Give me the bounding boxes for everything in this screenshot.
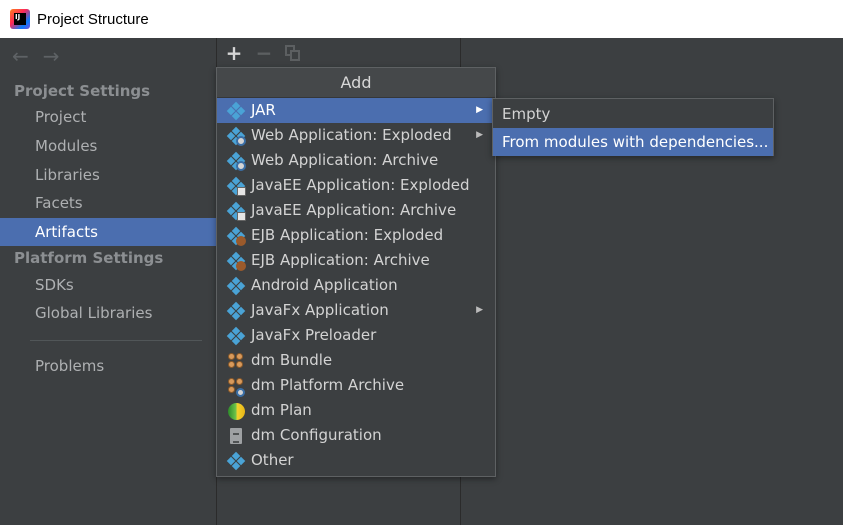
dm-bundle-icon [227, 352, 245, 370]
submenu-arrow-icon: ▶ [476, 130, 483, 140]
sidebar-item-facets[interactable]: Facets [0, 189, 216, 217]
menu-item-label: Other [251, 451, 294, 469]
sidebar-item-sdks[interactable]: SDKs [0, 271, 216, 299]
sidebar-item-problems[interactable]: Problems [0, 352, 216, 380]
intellij-logo-icon: IJ [10, 9, 30, 29]
menu-item-dm-configuration[interactable]: dm Configuration [217, 423, 495, 448]
menu-item-javaee-application-archive[interactable]: JavaEE Application: Archive [217, 198, 495, 223]
artifact-icon [226, 276, 246, 296]
menu-item-label: EJB Application: Exploded [251, 226, 444, 244]
submenu-arrow-icon: ▶ [476, 105, 483, 115]
web-artifact-icon [226, 126, 246, 146]
menu-item-label: dm Platform Archive [251, 376, 405, 394]
window-title: Project Structure [37, 10, 149, 28]
menu-item-label: Android Application [251, 276, 398, 294]
dm-platform-archive-icon [227, 377, 245, 397]
submenu-item-from-modules-with-dependencies[interactable]: From modules with dependencies... [493, 128, 773, 156]
add-icon[interactable]: + [225, 41, 243, 65]
dm-configuration-icon [227, 427, 245, 445]
menu-item-javafx-application[interactable]: JavaFx Application ▶ [217, 298, 495, 323]
menu-item-javaee-application-exploded[interactable]: JavaEE Application: Exploded [217, 173, 495, 198]
javaee-artifact-icon [226, 176, 246, 196]
sidebar-item-global-libraries[interactable]: Global Libraries [0, 299, 216, 327]
popup-title: Add [217, 68, 495, 98]
artifact-icon [226, 326, 246, 346]
title-bar: IJ Project Structure [0, 0, 843, 38]
sidebar-item-project[interactable]: Project [0, 103, 216, 131]
menu-item-dm-plan[interactable]: dm Plan [217, 398, 495, 423]
menu-item-label: Web Application: Exploded [251, 126, 452, 144]
javaee-artifact-icon [226, 201, 246, 221]
menu-item-web-application-archive[interactable]: Web Application: Archive [217, 148, 495, 173]
sidebar-item-modules[interactable]: Modules [0, 132, 216, 160]
menu-item-label: EJB Application: Archive [251, 251, 430, 269]
platform-settings-header: Platform Settings [14, 249, 164, 267]
menu-item-dm-platform-archive[interactable]: dm Platform Archive [217, 373, 495, 398]
menu-item-other[interactable]: Other [217, 448, 495, 473]
ejb-artifact-icon [226, 251, 246, 271]
artifact-icon [226, 451, 246, 471]
artifacts-toolbar: + − [217, 38, 460, 68]
menu-item-label: dm Bundle [251, 351, 333, 369]
copy-icon[interactable] [285, 45, 301, 61]
sidebar-divider [30, 340, 202, 341]
back-arrow-icon[interactable]: ← [12, 44, 29, 68]
menu-item-label: JavaFx Preloader [251, 326, 377, 344]
menu-item-label: JavaEE Application: Archive [251, 201, 457, 219]
forward-arrow-icon[interactable]: → [43, 44, 60, 68]
menu-item-android-application[interactable]: Android Application [217, 273, 495, 298]
jar-submenu: Empty From modules with dependencies... [492, 98, 774, 156]
menu-item-label: JAR [251, 101, 276, 119]
sidebar-item-artifacts[interactable]: Artifacts [0, 218, 216, 246]
add-artifact-popup: Add JAR ▶ Web Application: Exploded ▶ We… [216, 67, 496, 477]
menu-item-label: dm Plan [251, 401, 312, 419]
menu-item-dm-bundle[interactable]: dm Bundle [217, 348, 495, 373]
menu-item-label: dm Configuration [251, 426, 382, 444]
submenu-arrow-icon: ▶ [476, 305, 483, 315]
submenu-item-empty[interactable]: Empty [493, 100, 773, 128]
nav-bar: ← → [0, 38, 216, 74]
artifact-icon [226, 301, 246, 321]
remove-icon[interactable]: − [255, 41, 273, 65]
dm-plan-icon [227, 402, 245, 420]
menu-item-label: JavaEE Application: Exploded [251, 176, 470, 194]
menu-item-ejb-application-archive[interactable]: EJB Application: Archive [217, 248, 495, 273]
menu-item-ejb-application-exploded[interactable]: EJB Application: Exploded [217, 223, 495, 248]
web-artifact-icon [226, 151, 246, 171]
menu-item-javafx-preloader[interactable]: JavaFx Preloader [217, 323, 495, 348]
menu-item-label: Web Application: Archive [251, 151, 439, 169]
project-settings-header: Project Settings [14, 82, 151, 100]
menu-item-jar[interactable]: JAR ▶ [217, 98, 495, 123]
menu-item-label: JavaFx Application [251, 301, 389, 319]
menu-item-web-application-exploded[interactable]: Web Application: Exploded ▶ [217, 123, 495, 148]
settings-sidebar: ← → Project Settings Project Modules Lib… [0, 38, 216, 525]
artifact-icon [226, 101, 246, 121]
ejb-artifact-icon [226, 226, 246, 246]
sidebar-item-libraries[interactable]: Libraries [0, 161, 216, 189]
